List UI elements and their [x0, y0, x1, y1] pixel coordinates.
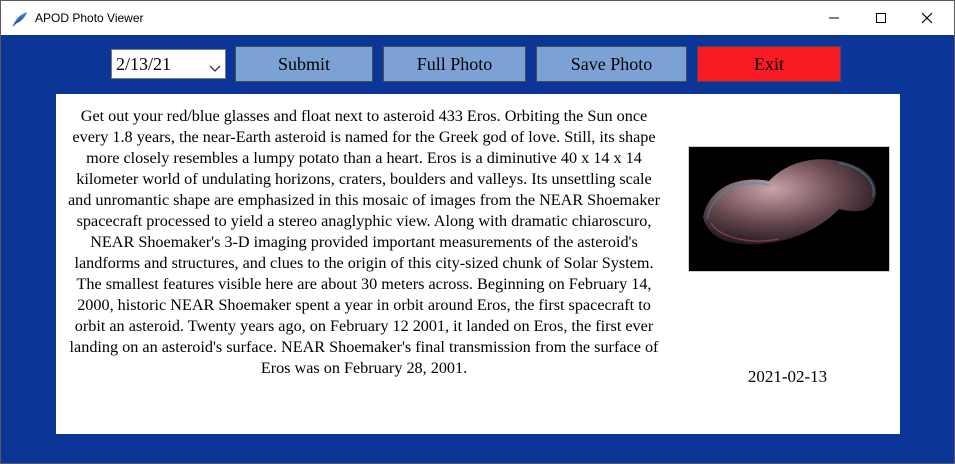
chevron-down-icon[interactable] — [209, 60, 221, 78]
maximize-button[interactable] — [858, 1, 904, 35]
exit-button[interactable]: Exit — [697, 46, 841, 82]
app-window: APOD Photo Viewer 2/13/21 Submit Full Ph… — [0, 0, 955, 464]
date-value: 2/13/21 — [116, 54, 172, 74]
close-button[interactable] — [904, 1, 950, 35]
minimize-icon — [829, 17, 839, 19]
maximize-icon — [876, 13, 886, 23]
minimize-button[interactable] — [811, 1, 857, 35]
feather-icon — [11, 10, 29, 28]
photo-date: 2021-02-13 — [747, 367, 828, 386]
content-panel: Get out your red/blue glasses and float … — [56, 94, 900, 434]
submit-button[interactable]: Submit — [235, 46, 373, 82]
explanation-text: Get out your red/blue glasses and float … — [67, 107, 661, 377]
apod-photo — [688, 146, 890, 272]
close-icon — [921, 12, 933, 24]
title-bar: APOD Photo Viewer — [1, 1, 954, 35]
full-photo-button[interactable]: Full Photo — [383, 46, 526, 82]
date-picker[interactable]: 2/13/21 — [111, 49, 226, 79]
save-photo-button[interactable]: Save Photo — [536, 46, 687, 82]
window-title: APOD Photo Viewer — [35, 11, 144, 25]
